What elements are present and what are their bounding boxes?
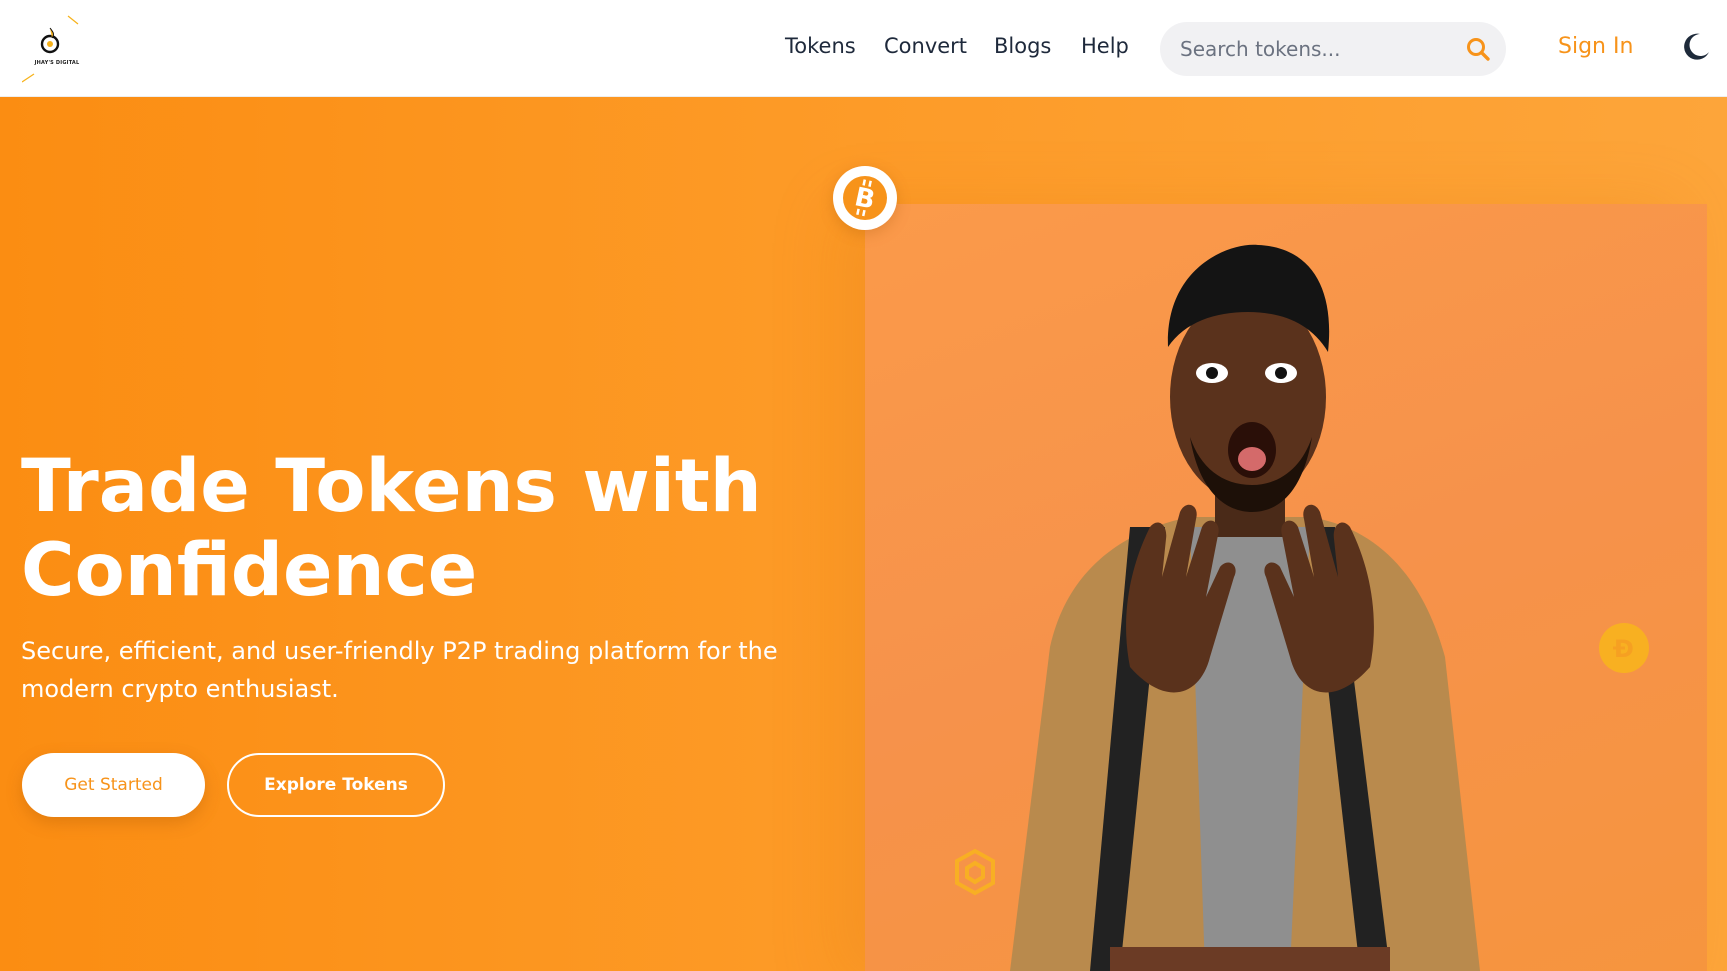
search-input[interactable]	[1180, 34, 1450, 64]
nav-tokens[interactable]: Tokens	[785, 34, 856, 58]
sign-in-link[interactable]: Sign In	[1558, 34, 1633, 59]
dogecoin-icon: D	[1599, 623, 1649, 673]
get-started-button[interactable]: Get Started	[22, 753, 205, 817]
search-icon[interactable]	[1465, 36, 1491, 62]
top-navbar: JHAY'S DIGITAL Tokens Convert Blogs Help…	[0, 0, 1727, 97]
bitcoin-icon: B	[833, 166, 897, 230]
nav-convert[interactable]: Convert	[884, 34, 967, 58]
moon-icon[interactable]	[1681, 32, 1711, 62]
nav-help[interactable]: Help	[1081, 34, 1129, 58]
hero-section: Trade Tokens with Confidence Secure, eff…	[0, 97, 1727, 971]
brand-logo-icon	[21, 15, 79, 83]
bnb-icon	[955, 848, 995, 896]
brand-logo[interactable]: JHAY'S DIGITAL	[21, 14, 92, 84]
hero-title: Trade Tokens with Confidence	[21, 444, 762, 613]
explore-tokens-button[interactable]: Explore Tokens	[227, 753, 445, 817]
nav-blogs[interactable]: Blogs	[994, 34, 1051, 58]
brand-logo-text: JHAY'S DIGITAL	[34, 60, 80, 66]
hero-person-image	[1010, 244, 1480, 971]
hero-subtitle: Secure, efficient, and user-friendly P2P…	[21, 637, 778, 703]
search-bar	[1160, 22, 1506, 76]
